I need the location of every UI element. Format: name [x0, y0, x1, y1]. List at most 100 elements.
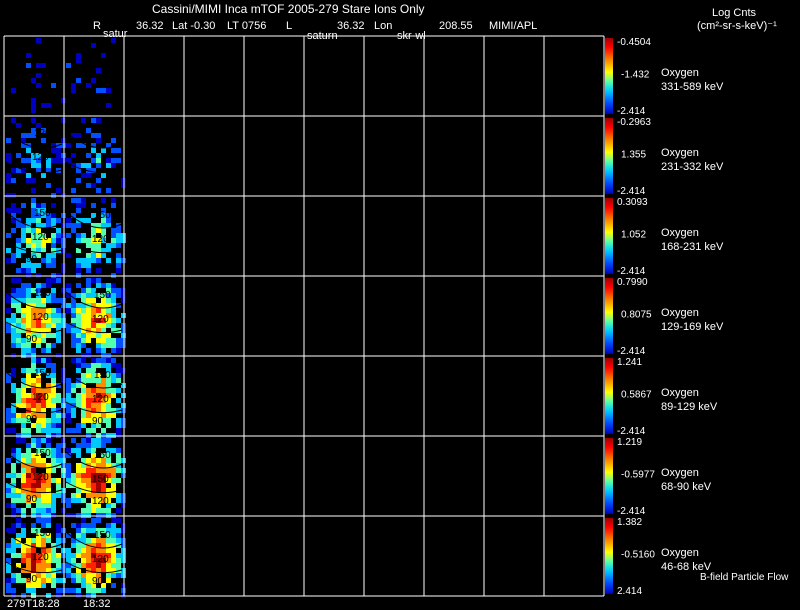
heatmap-cell — [66, 143, 71, 148]
heatmap-cell — [51, 243, 56, 248]
heatmap-cell — [111, 493, 116, 498]
heatmap-cell — [86, 528, 91, 533]
heatmap-cell — [16, 523, 21, 528]
heatmap-cell — [91, 148, 96, 153]
heatmap-cell — [51, 583, 56, 588]
heatmap-cell — [21, 368, 26, 373]
heatmap-cell — [6, 138, 11, 143]
heatmap-cell — [66, 413, 71, 418]
heatmap-cell — [11, 573, 16, 578]
contour-label: 120 — [92, 496, 109, 507]
heatmap-cell — [21, 453, 26, 458]
heatmap-cell — [111, 563, 116, 568]
heatmap-cell — [11, 388, 16, 393]
heatmap-cell — [66, 233, 71, 238]
heatmap-cell — [6, 428, 11, 433]
heatmap-cell — [106, 508, 111, 513]
heatmap-cell — [111, 293, 116, 298]
heatmap-cell — [106, 258, 111, 263]
heatmap-cell — [96, 133, 101, 138]
heatmap-cell — [21, 528, 26, 533]
contour-label: 90 — [26, 574, 38, 585]
heatmap-cell — [51, 203, 56, 208]
heatmap-cell — [71, 198, 76, 203]
heatmap-cell — [16, 573, 21, 578]
heatmap-cell — [56, 313, 61, 318]
heatmap-cell — [76, 238, 81, 243]
heatmap-cell — [76, 548, 81, 553]
heatmap-cell — [96, 308, 101, 313]
heatmap-cell — [86, 393, 91, 398]
heatmap-cell — [111, 243, 116, 248]
heatmap-cell — [111, 573, 116, 578]
heatmap-cell — [86, 573, 91, 578]
colorbar-min-label: 2.414 — [617, 586, 642, 597]
heatmap-cell — [26, 238, 31, 243]
heatmap-cell — [71, 578, 76, 583]
heatmap-cell — [116, 398, 121, 403]
contour-label: 90 — [26, 494, 38, 505]
heatmap-cell — [101, 588, 106, 593]
heatmap-cell — [76, 203, 81, 208]
heatmap-cell — [101, 508, 106, 513]
contour-label: 150 — [94, 290, 111, 301]
species-label: Oxygen — [661, 387, 699, 399]
heatmap-cell — [86, 368, 91, 373]
heatmap-cell — [26, 228, 31, 233]
colorbar-min-label: -2.414 — [617, 346, 646, 357]
heatmap-cell — [26, 298, 31, 303]
heatmap-cell — [56, 338, 61, 343]
heatmap-cell — [36, 483, 41, 488]
heatmap-cell — [106, 88, 111, 93]
heatmap-cell — [81, 393, 86, 398]
heatmap-cell — [101, 253, 106, 258]
heatmap-cell — [56, 318, 61, 323]
heatmap-cell — [111, 583, 116, 588]
heatmap-cell — [116, 428, 121, 433]
heatmap-cell — [76, 443, 81, 448]
heatmap-cell — [6, 488, 11, 493]
heatmap-cell — [36, 83, 41, 88]
heatmap-cell — [41, 413, 46, 418]
heatmap-cell — [86, 443, 91, 448]
heatmap-cell — [66, 588, 71, 593]
heatmap-cell — [11, 488, 16, 493]
heatmap-cell — [56, 233, 61, 238]
heatmap-cell — [56, 453, 61, 458]
heatmap-cell — [71, 153, 76, 158]
heatmap-cell — [56, 393, 61, 398]
heatmap-cell — [46, 518, 51, 523]
heatmap-cell — [81, 313, 86, 318]
heatmap-cell — [86, 253, 91, 258]
heatmap-cell — [31, 323, 36, 328]
heatmap-cell — [116, 338, 121, 343]
heatmap-cell — [71, 308, 76, 313]
heatmap-cell — [16, 473, 21, 478]
heatmap-cell — [31, 108, 36, 113]
heatmap-cell — [91, 363, 96, 368]
contour-label: 120 — [92, 554, 109, 565]
heatmap-cell — [86, 473, 91, 478]
heatmap-cell — [56, 323, 61, 328]
heatmap-cell — [16, 493, 21, 498]
heatmap-cell — [46, 423, 51, 428]
heatmap-cell — [116, 468, 121, 473]
heatmap-cell — [51, 403, 56, 408]
heatmap-cell — [11, 328, 16, 333]
heatmap-cell — [71, 498, 76, 503]
heatmap-cell — [56, 188, 61, 193]
heatmap-cell — [66, 503, 71, 508]
heatmap-cell — [11, 578, 16, 583]
heatmap-cell — [116, 378, 121, 383]
heatmap-cell — [16, 438, 21, 443]
heatmap-cell — [41, 578, 46, 583]
heatmap-cell — [81, 288, 86, 293]
heatmap-cell — [11, 473, 16, 478]
heatmap-cell — [21, 133, 26, 138]
heatmap-cell — [6, 568, 11, 573]
heatmap-cell — [51, 313, 56, 318]
heatmap-cell — [111, 468, 116, 473]
heatmap-cell — [6, 258, 11, 263]
heatmap-cell — [51, 158, 56, 163]
heatmap-cell — [11, 468, 16, 473]
